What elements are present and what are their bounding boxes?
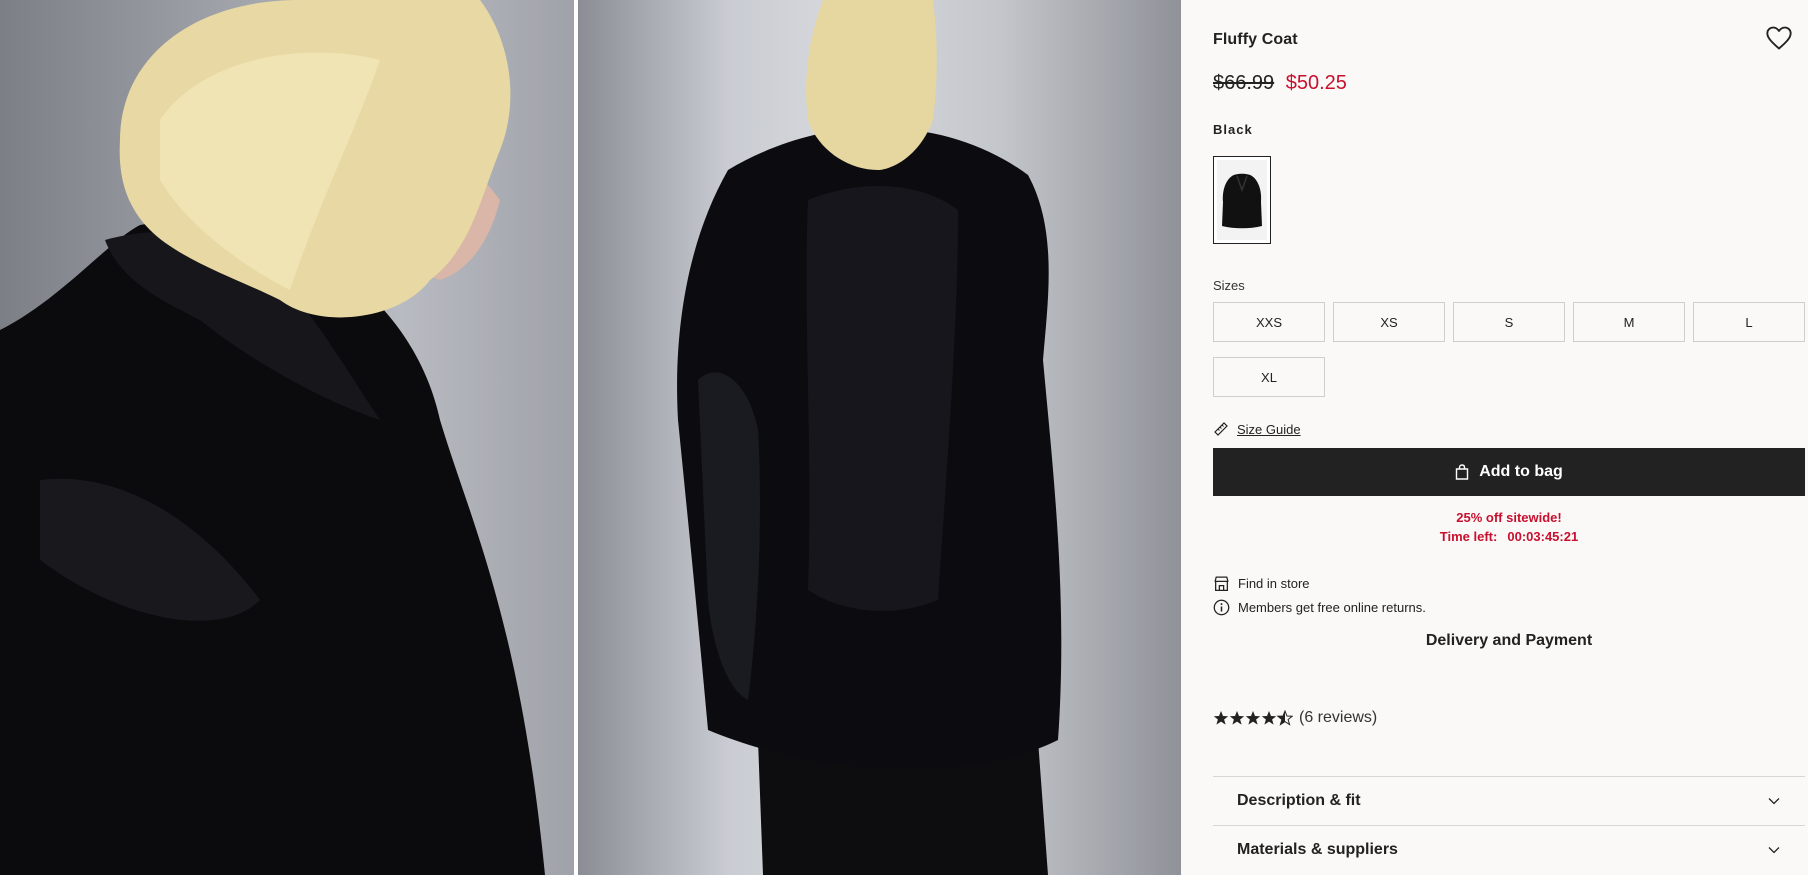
accordion-description-fit[interactable]: Description & fit xyxy=(1213,777,1805,825)
size-option-xs[interactable]: XS xyxy=(1333,302,1445,342)
sale-price: $50.25 xyxy=(1285,72,1347,94)
star-rating-icon xyxy=(1213,710,1293,726)
add-to-bag-button[interactable]: Add to bag xyxy=(1213,448,1805,496)
time-left-label: Time left: xyxy=(1439,529,1498,544)
accordion-title: Materials & suppliers xyxy=(1237,841,1398,858)
add-to-bag-label: Add to bag xyxy=(1479,463,1563,480)
photo-illustration-back xyxy=(677,0,1062,875)
product-photo-back[interactable] xyxy=(578,0,1181,875)
accordion-materials-suppliers[interactable]: Materials & suppliers xyxy=(1213,826,1805,874)
size-option-xl[interactable]: XL xyxy=(1213,357,1325,397)
size-option-xxs[interactable]: XXS xyxy=(1213,302,1325,342)
chevron-down-icon xyxy=(1768,847,1780,854)
size-option-s[interactable]: S xyxy=(1453,302,1565,342)
chevron-down-icon xyxy=(1768,798,1780,805)
product-gallery xyxy=(0,0,1181,875)
price-row: $66.99 $50.25 xyxy=(1213,72,1347,95)
size-option-m[interactable]: M xyxy=(1573,302,1685,342)
review-count: (6 reviews) xyxy=(1299,709,1378,726)
photo-illustration-side xyxy=(0,0,545,875)
coat-thumbnail-icon xyxy=(1222,173,1262,229)
swatch-thumbnail xyxy=(1217,160,1267,240)
original-price: $66.99 xyxy=(1213,72,1275,94)
info-icon xyxy=(1213,599,1230,616)
find-in-store-link[interactable]: Find in store xyxy=(1213,575,1310,592)
ruler-icon xyxy=(1214,422,1228,436)
product-details-panel: Fluffy Coat $66.99 $50.25 Black Sizes XX… xyxy=(1181,0,1808,875)
size-option-l[interactable]: L xyxy=(1693,302,1805,342)
promo-banner: 25% off sitewide! Time left: 00:03:45:21 xyxy=(1213,508,1805,546)
find-in-store-label: Find in store xyxy=(1238,576,1310,591)
reviews-summary[interactable]: (6 reviews) xyxy=(1213,709,1377,727)
size-guide-label: Size Guide xyxy=(1237,421,1301,437)
time-left-value: 00:03:45:21 xyxy=(1507,529,1579,544)
product-title: Fluffy Coat xyxy=(1213,31,1298,48)
color-swatch-black[interactable] xyxy=(1213,156,1271,244)
store-icon xyxy=(1214,576,1229,592)
favorite-button[interactable] xyxy=(1765,24,1793,52)
size-guide-link[interactable]: Size Guide xyxy=(1213,421,1301,437)
shopping-bag-icon xyxy=(1456,464,1469,480)
promo-countdown: Time left: 00:03:45:21 xyxy=(1213,527,1805,546)
color-label: Black xyxy=(1213,122,1253,137)
heart-icon xyxy=(1766,26,1792,50)
returns-info: Members get free online returns. xyxy=(1213,599,1426,616)
sizes-label: Sizes xyxy=(1213,278,1245,293)
returns-text: Members get free online returns. xyxy=(1238,600,1426,615)
accordion-title: Description & fit xyxy=(1237,792,1361,809)
delivery-and-payment-link[interactable]: Delivery and Payment xyxy=(1213,632,1805,650)
product-photo-side[interactable] xyxy=(0,0,574,875)
promo-headline: 25% off sitewide! xyxy=(1456,510,1562,525)
